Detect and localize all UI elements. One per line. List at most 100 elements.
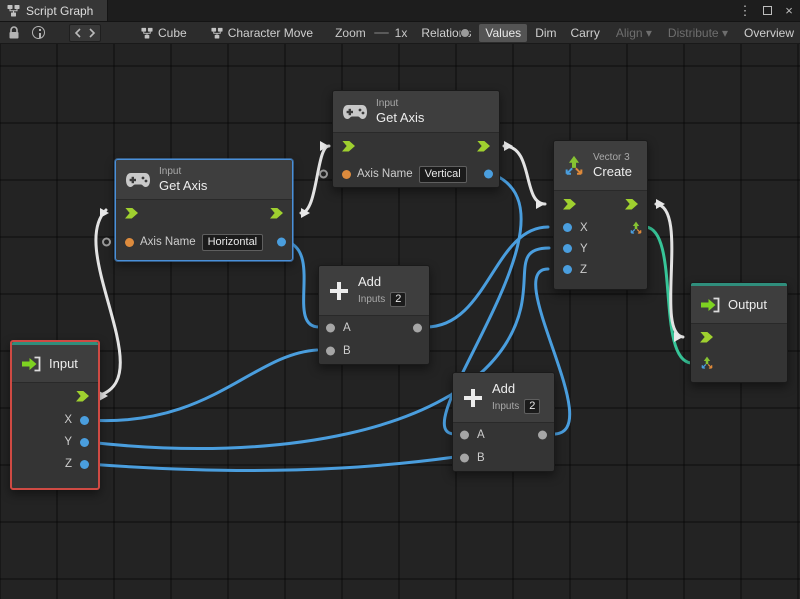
control-port-row [554,191,647,217]
control-in-port[interactable] [125,208,138,219]
z-out-port[interactable] [80,460,89,469]
tab-label: Script Graph [26,4,93,18]
node-category: Input [376,98,424,110]
result-out-port[interactable] [484,170,493,179]
chevron-down-icon: ▾ [722,26,728,40]
script-graph-icon [7,4,20,17]
port-row-z: Z [12,453,98,475]
param-label: Axis Name [357,168,413,180]
node-add-2[interactable]: Add Inputs 2 A B [452,372,555,472]
titlebar: Script Graph ⋮ × [0,0,800,22]
vector3-in-port[interactable] [700,356,714,370]
breadcrumb-character-move[interactable]: Character Move [211,26,313,40]
info-glyph [32,26,45,39]
param-label: Axis Name [140,236,196,248]
tab-script-graph[interactable]: Script Graph [0,0,108,21]
node-vector3-create[interactable]: Vector 3 Create X Y Z [553,140,648,290]
zoom-label: Zoom [335,26,366,40]
axis-name-field[interactable]: Horizontal [202,234,264,251]
gamepad-icon [342,104,368,120]
input-a-port[interactable] [326,323,335,332]
plus-icon [462,387,484,409]
x-in-port[interactable] [563,223,572,232]
node-graph-input[interactable]: Input X Y Z [10,340,100,490]
port-row-b: B [319,339,429,362]
zoom-slider[interactable] [374,32,389,34]
inputs-count-field[interactable]: 2 [390,292,406,307]
port-label: A [477,429,485,441]
node-header[interactable]: Input Get Axis [333,91,499,133]
target-port[interactable] [319,170,328,179]
node-get-axis-vertical[interactable]: Input Get Axis Axis Name Vertical [332,90,500,188]
overview-button[interactable]: Overview [738,24,800,42]
control-in-port[interactable] [342,141,355,152]
gamepad-icon [125,172,151,188]
dim-button[interactable]: Dim [529,24,562,42]
node-header[interactable]: Input [12,345,98,383]
close-icon[interactable]: × [780,2,798,20]
axis-name-port[interactable] [125,238,134,247]
port-row-a: A [453,423,554,446]
y-out-port[interactable] [80,438,89,447]
axis-name-field[interactable]: Vertical [419,166,467,183]
control-out-port[interactable] [625,199,638,210]
align-dropdown[interactable]: Align ▾ [610,24,658,42]
breadcrumb-cube[interactable]: Cube [141,26,187,40]
port-row-x: X [12,409,98,431]
distribute-dropdown[interactable]: Distribute ▾ [662,24,734,42]
input-a-port[interactable] [460,430,469,439]
target-port[interactable] [102,238,111,247]
inputs-count-field[interactable]: 2 [524,399,540,414]
z-in-port[interactable] [563,265,572,274]
kebab-menu-icon[interactable]: ⋮ [736,2,754,20]
graph-io-arrow-icon [700,297,720,313]
control-in-port[interactable] [700,332,713,343]
control-port-row [116,200,292,226]
control-port-row [333,133,499,159]
vector3-out-port[interactable] [629,221,643,235]
zoom-slider-handle[interactable] [460,28,470,38]
port-label: Z [65,458,72,470]
node-title: Input [49,356,78,372]
node-add-1[interactable]: Add Inputs 2 A B [318,265,430,365]
navigate-glyph [74,28,96,38]
control-out-port[interactable] [270,208,283,219]
axis-name-port[interactable] [342,170,351,179]
carry-button[interactable]: Carry [565,24,606,42]
control-out-port[interactable] [477,141,490,152]
values-button[interactable]: Values [479,24,527,42]
node-header[interactable]: Add Inputs 2 [453,373,554,423]
node-get-axis-horizontal[interactable]: Input Get Axis Axis Name Horizontal [115,159,293,261]
node-header[interactable]: Vector 3 Create [554,141,647,191]
port-row-a: A [319,316,429,339]
graph-io-arrow-icon [21,356,41,372]
lock-icon[interactable] [8,24,20,42]
node-header[interactable]: Input Get Axis [116,160,292,200]
maximize-icon[interactable] [758,2,776,20]
port-label: Z [580,264,587,276]
control-in-port[interactable] [563,199,576,210]
node-graph-output[interactable]: Output [690,282,788,383]
cube-breadcrumb-icon [141,27,153,39]
sum-out-port[interactable] [413,323,422,332]
port-label: B [343,345,351,357]
port-row-x: X [554,217,647,238]
port-row-y: Y [12,431,98,453]
node-header[interactable]: Add Inputs 2 [319,266,429,316]
result-out-port[interactable] [277,238,286,247]
control-port-row [691,324,787,350]
input-b-port[interactable] [460,453,469,462]
info-icon[interactable] [32,24,45,42]
port-label: A [343,322,351,334]
port-label: X [64,414,72,426]
y-in-port[interactable] [563,244,572,253]
input-b-port[interactable] [326,346,335,355]
distribute-label: Distribute [668,26,719,40]
navigate-icon[interactable] [69,24,101,42]
align-label: Align [616,26,643,40]
node-header[interactable]: Output [691,286,787,324]
node-category: Vector 3 [593,152,632,164]
x-out-port[interactable] [80,416,89,425]
control-out-port[interactable] [76,391,89,402]
sum-out-port[interactable] [538,430,547,439]
